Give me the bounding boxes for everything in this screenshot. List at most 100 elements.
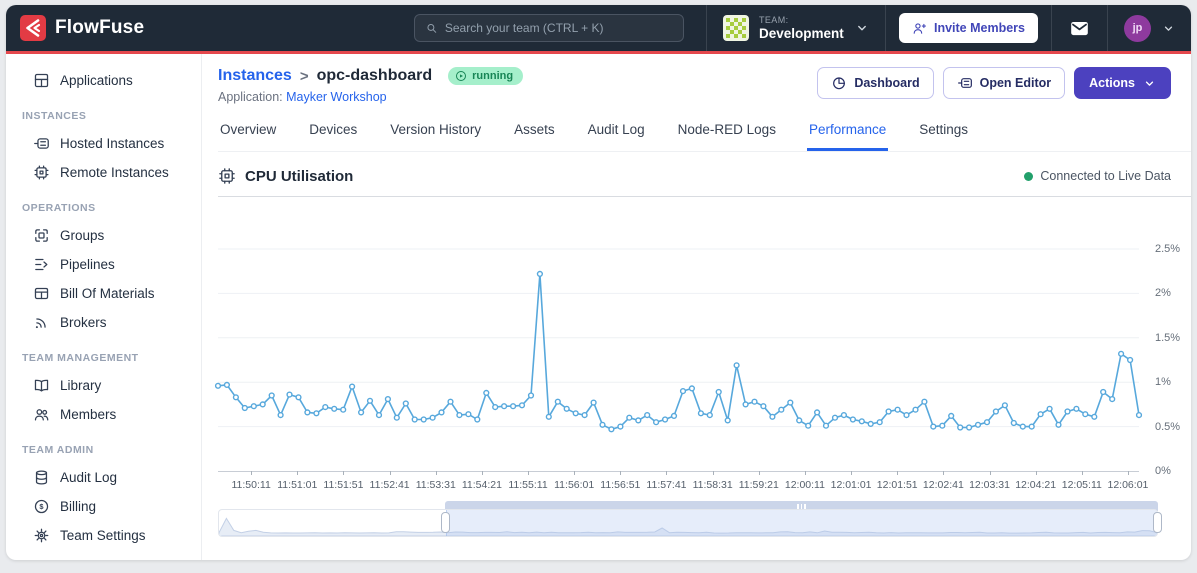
open-editor-button[interactable]: Open Editor <box>942 67 1066 99</box>
x-tick <box>712 471 714 475</box>
tab-assets[interactable]: Assets <box>512 118 557 151</box>
invite-members-button[interactable]: Invite Members <box>898 13 1038 43</box>
members-icon <box>33 406 50 423</box>
sidebar-item-label: Billing <box>60 499 97 514</box>
live-data-status: Connected to Live Data <box>1024 169 1171 183</box>
chevron-down-icon <box>1162 22 1175 35</box>
cpu-utilisation-chart[interactable] <box>214 214 1143 471</box>
x-tick-label: 11:51:01 <box>277 479 318 491</box>
x-tick <box>620 471 622 475</box>
user-menu[interactable]: jp <box>1108 14 1191 42</box>
tab-node-red-logs[interactable]: Node-RED Logs <box>676 118 778 151</box>
navigator-selection <box>445 510 1157 536</box>
application-label: Application: <box>218 90 283 104</box>
y-tick-label: 2% <box>1155 287 1171 300</box>
actions-button[interactable]: Actions <box>1074 67 1171 99</box>
x-tick <box>989 471 991 475</box>
sidebar-item-library[interactable]: Library <box>6 371 201 400</box>
user-avatar: jp <box>1124 14 1151 42</box>
sidebar-item-label: Groups <box>60 228 105 243</box>
status-badge: running <box>448 67 524 85</box>
instance-tabs: Overview Devices Version History Assets Audi… <box>218 118 1191 152</box>
team-name: Development <box>758 26 844 41</box>
sidebar-item-billing[interactable]: $ Billing <box>6 492 201 521</box>
billing-icon: $ <box>33 498 50 515</box>
dashboard-button[interactable]: Dashboard <box>817 67 934 99</box>
app-window: FlowFuse Search your team (CTRL + K) TEA… <box>6 5 1191 560</box>
sidebar-item-members[interactable]: Members <box>6 400 201 429</box>
x-tick <box>389 471 391 475</box>
y-tick-label: 1.5% <box>1155 331 1181 344</box>
application-link[interactable]: Mayker Workshop <box>286 90 387 104</box>
sidebar-item-label: Team Settings <box>60 528 146 543</box>
y-tick-label: 0.5% <box>1155 420 1181 433</box>
tab-overview[interactable]: Overview <box>218 118 278 151</box>
sidebar-item-label: Bill Of Materials <box>60 286 155 301</box>
main-content: Instances > opc-dashboard running Applic… <box>202 54 1191 560</box>
x-tick-label: 12:02:41 <box>922 479 964 491</box>
sidebar-item-label: Brokers <box>60 315 107 330</box>
flowfuse-brand[interactable]: FlowFuse <box>20 15 144 41</box>
sidebar-item-label: Audit Log <box>60 470 118 485</box>
navigator-track[interactable] <box>218 509 1158 537</box>
sidebar-item-hosted-instances[interactable]: Hosted Instances <box>6 129 201 158</box>
x-tick-label: 11:56:01 <box>554 479 595 491</box>
bill-of-materials-icon <box>33 285 50 302</box>
team-selector[interactable]: TEAM: Development <box>707 15 885 41</box>
x-tick <box>435 471 437 475</box>
breadcrumb: Instances > opc-dashboard running <box>218 67 524 85</box>
x-tick-label: 12:01:51 <box>876 479 918 491</box>
team-search[interactable] <box>413 14 684 42</box>
pipelines-icon <box>33 256 50 273</box>
sidebar-item-remote-instances[interactable]: Remote Instances <box>6 158 201 187</box>
sidebar-item-brokers[interactable]: Brokers <box>6 308 201 337</box>
sidebar-item-pipelines[interactable]: Pipelines <box>6 250 201 279</box>
brand-name: FlowFuse <box>55 17 145 38</box>
chevron-down-icon <box>1143 77 1156 90</box>
x-tick-label: 11:50:11 <box>231 479 271 491</box>
x-tick <box>297 471 299 475</box>
x-tick-label: 12:05:11 <box>1061 479 1102 491</box>
sidebar-item-label: Remote Instances <box>60 165 169 180</box>
sidebar-item-team-settings[interactable]: Team Settings <box>6 521 201 550</box>
x-tick <box>343 471 345 475</box>
sidebar-item-groups[interactable]: Groups <box>6 221 201 250</box>
sidebar-item-audit-log[interactable]: Audit Log <box>6 463 201 492</box>
navigator-right-handle[interactable] <box>1153 512 1162 533</box>
sidebar-section-header: INSTANCES <box>22 110 87 122</box>
remote-instances-icon <box>33 164 50 181</box>
navigator-left-handle[interactable] <box>441 512 451 533</box>
x-tick-label: 11:55:11 <box>508 479 548 491</box>
team-label: TEAM: <box>758 15 789 25</box>
x-tick-label: 11:52:41 <box>369 479 410 491</box>
search-input[interactable] <box>444 21 673 35</box>
sidebar-item-label: Hosted Instances <box>60 136 165 151</box>
instance-name: opc-dashboard <box>316 67 433 84</box>
sidebar-item-label: Library <box>60 378 102 393</box>
library-icon <box>33 377 50 394</box>
notifications-button[interactable] <box>1052 18 1107 39</box>
tab-devices[interactable]: Devices <box>307 118 359 151</box>
svg-text:$: $ <box>39 502 44 511</box>
x-axis: 11:50:11 11:51:01 11:51:51 11:52:41 11:53:31… <box>218 471 1148 493</box>
tab-version-history[interactable]: Version History <box>388 118 483 151</box>
team-avatar <box>722 15 749 41</box>
tab-performance[interactable]: Performance <box>806 118 889 151</box>
x-tick-label: 12:06:01 <box>1107 479 1149 491</box>
chart-range-navigator[interactable] <box>218 501 1162 537</box>
sidebar-item-applications[interactable]: Applications <box>6 66 201 95</box>
sidebar-item-label: Members <box>60 407 117 422</box>
sidebar-item-label: Pipelines <box>60 257 115 272</box>
tab-settings[interactable]: Settings <box>917 118 970 151</box>
y-tick-label: 0% <box>1155 465 1171 477</box>
breadcrumb-instances-link[interactable]: Instances <box>218 67 292 85</box>
breadcrumb-separator: > <box>299 67 309 85</box>
live-dot <box>1024 171 1034 181</box>
x-tick-label: 12:04:21 <box>1015 479 1057 491</box>
x-tick <box>897 471 899 475</box>
x-tick-label: 12:01:01 <box>830 479 872 491</box>
play-circle-icon <box>455 70 467 82</box>
tab-audit-log[interactable]: Audit Log <box>586 118 647 151</box>
x-tick <box>528 471 530 475</box>
sidebar-item-bill-of-materials[interactable]: Bill Of Materials <box>6 279 201 308</box>
